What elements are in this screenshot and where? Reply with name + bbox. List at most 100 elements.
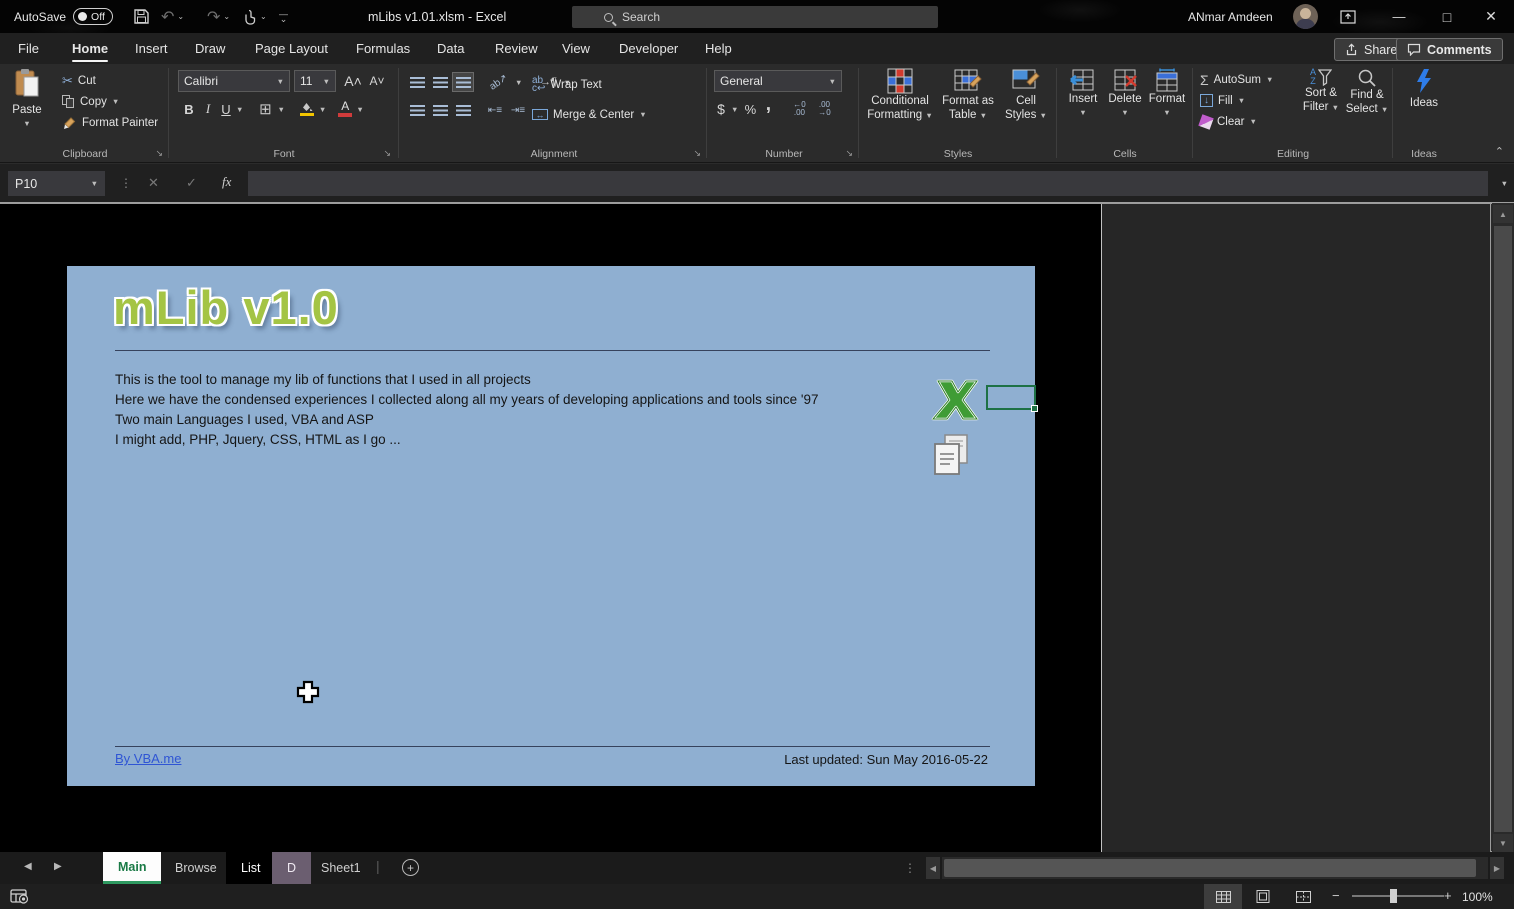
decrease-font-size-button[interactable]: A˅ xyxy=(366,70,388,92)
align-center-button[interactable] xyxy=(429,100,451,120)
dialog-launcher-icon[interactable]: ↘ xyxy=(383,148,391,159)
next-sheet-button[interactable]: ▶ xyxy=(54,861,62,872)
hscroll-right-button[interactable]: ▶ xyxy=(1490,857,1504,879)
tab-view[interactable]: View xyxy=(562,33,590,64)
zoom-slider-track[interactable] xyxy=(1352,895,1444,897)
sheet-tab-sheet1[interactable]: Sheet1 xyxy=(306,852,376,884)
font-family-select[interactable]: Calibri ▼ xyxy=(178,70,290,92)
format-as-table-button[interactable]: Format as Table ▼ xyxy=(938,68,998,123)
dialog-launcher-icon[interactable]: ↘ xyxy=(845,148,853,159)
vertical-scrollbar[interactable]: ▲ ▼ xyxy=(1492,204,1514,852)
tab-data[interactable]: Data xyxy=(437,33,464,64)
page-layout-view-button[interactable] xyxy=(1244,884,1282,909)
active-cell-selection[interactable] xyxy=(986,385,1038,412)
name-box[interactable]: P10 ▼ xyxy=(8,171,105,196)
clear-button[interactable]: Clear ▼ xyxy=(1198,111,1273,132)
collapse-ribbon-button[interactable]: ⌃ xyxy=(1495,145,1504,158)
delete-cells-button[interactable]: Delete ▼ xyxy=(1104,68,1146,120)
tab-insert[interactable]: Insert xyxy=(135,33,168,64)
insert-function-button[interactable]: fx xyxy=(222,174,231,190)
worksheet-canvas[interactable]: mLib v1.0 This is the tool to manage my … xyxy=(0,203,1492,852)
sheet-area[interactable]: mLib v1.0 This is the tool to manage my … xyxy=(0,204,1101,852)
prev-sheet-button[interactable]: ◀ xyxy=(24,861,32,872)
minimize-button[interactable]: — xyxy=(1376,0,1422,33)
dialog-launcher-icon[interactable]: ↘ xyxy=(155,148,163,159)
insert-cells-button[interactable]: Insert ▼ xyxy=(1062,68,1104,120)
decrease-decimal-button[interactable]: .00 →0 xyxy=(813,98,835,120)
undo-button[interactable]: ↶ ⌄ xyxy=(161,0,184,33)
borders-button[interactable]: ⊞ xyxy=(255,98,275,120)
tab-formulas[interactable]: Formulas xyxy=(356,33,410,64)
bold-button[interactable]: B xyxy=(180,98,198,120)
formula-input[interactable] xyxy=(248,171,1488,196)
avatar[interactable] xyxy=(1293,4,1318,29)
tab-help[interactable]: Help xyxy=(705,33,732,64)
dialog-launcher-icon[interactable]: ↘ xyxy=(693,148,701,159)
decrease-indent-button[interactable]: ⇤≡ xyxy=(484,100,506,120)
font-size-select[interactable]: 11 ▼ xyxy=(294,70,336,92)
touch-mouse-mode-button[interactable]: ⌄ xyxy=(243,0,267,33)
increase-indent-button[interactable]: ⇥≡ xyxy=(507,100,529,120)
scroll-down-button[interactable]: ▼ xyxy=(1493,834,1513,852)
autosave-toggle[interactable]: AutoSave Off xyxy=(14,0,113,33)
tab-draw[interactable]: Draw xyxy=(195,33,225,64)
ideas-button[interactable]: Ideas xyxy=(1402,68,1446,110)
tab-page-layout[interactable]: Page Layout xyxy=(255,33,328,64)
bottom-align-button[interactable] xyxy=(452,72,474,92)
scroll-up-button[interactable]: ▲ xyxy=(1493,205,1513,223)
number-format-select[interactable]: General ▼ xyxy=(714,70,842,92)
normal-view-button[interactable] xyxy=(1204,884,1242,909)
underline-button[interactable]: U xyxy=(218,98,234,120)
tab-review[interactable]: Review xyxy=(495,33,538,64)
tab-developer[interactable]: Developer xyxy=(619,33,678,64)
merge-center-button[interactable]: ↔ Merge & Center ▼ xyxy=(532,104,647,125)
accounting-format-button[interactable]: $ xyxy=(714,98,728,120)
format-painter-button[interactable]: Format Painter xyxy=(62,112,158,133)
align-left-button[interactable] xyxy=(406,100,428,120)
sheet-tab-main[interactable]: Main xyxy=(103,852,162,884)
top-align-button[interactable] xyxy=(406,72,428,92)
italic-button[interactable]: I xyxy=(200,98,216,120)
horizontal-scroll-thumb[interactable] xyxy=(944,859,1476,877)
zoom-out-button[interactable]: − xyxy=(1332,888,1340,903)
enter-button[interactable]: ✓ xyxy=(186,175,197,191)
wrap-text-button[interactable]: ab c↩ Wrap Text xyxy=(532,74,602,95)
horizontal-scrollbar[interactable] xyxy=(942,857,1488,879)
middle-align-button[interactable] xyxy=(429,72,451,92)
align-right-button[interactable] xyxy=(452,100,474,120)
cut-button[interactable]: ✂ Cut xyxy=(62,70,158,91)
fill-button[interactable]: ↓ Fill ▼ xyxy=(1200,90,1273,111)
percent-style-button[interactable]: % xyxy=(741,98,759,120)
find-select-button[interactable]: Find & Select ▼ xyxy=(1344,68,1390,117)
comments-button[interactable]: Comments xyxy=(1396,38,1503,61)
sheet-tab-browse[interactable]: Browse xyxy=(160,852,232,884)
copy-button[interactable]: Copy ▼ xyxy=(62,91,158,112)
sheet-tab-list[interactable]: List xyxy=(226,852,276,884)
sort-filter-button[interactable]: AZ Sort & Filter ▼ xyxy=(1298,68,1344,115)
font-color-button[interactable]: A xyxy=(336,98,354,120)
hscroll-left-button[interactable]: ◀ xyxy=(926,857,940,879)
zoom-level[interactable]: 100% xyxy=(1462,890,1493,904)
increase-font-size-button[interactable]: A˄ xyxy=(342,70,364,92)
expand-formula-bar-button[interactable]: ▼ xyxy=(1501,179,1508,188)
zoom-in-button[interactable]: + xyxy=(1444,888,1452,903)
tab-home[interactable]: Home xyxy=(72,33,109,64)
save-button[interactable] xyxy=(133,0,150,33)
maximize-button[interactable]: □ xyxy=(1424,0,1470,33)
comma-style-button[interactable]: , xyxy=(762,94,774,120)
autosave-pill[interactable]: Off xyxy=(73,8,113,25)
macro-record-icon[interactable] xyxy=(10,889,29,904)
cancel-button[interactable]: ✕ xyxy=(148,175,159,191)
page-break-view-button[interactable] xyxy=(1284,884,1322,909)
paste-button[interactable]: Paste ▼ xyxy=(12,68,42,131)
customize-qat-button[interactable]: — ⌄ xyxy=(279,0,288,33)
account-name[interactable]: ANmar Amdeen xyxy=(1188,0,1273,33)
tab-scroll-resize-handle[interactable]: ⋮ xyxy=(904,861,916,875)
format-cells-button[interactable]: Format ▼ xyxy=(1146,68,1188,120)
redo-button[interactable]: ↷ ⌄ xyxy=(207,0,230,33)
fill-color-button[interactable] xyxy=(297,98,317,120)
autosum-button[interactable]: Σ AutoSum ▼ xyxy=(1200,69,1273,90)
vba-me-link[interactable]: By VBA.me xyxy=(115,751,181,766)
vertical-scroll-thumb[interactable] xyxy=(1494,226,1512,832)
cell-styles-button[interactable]: Cell Styles ▼ xyxy=(1000,68,1052,123)
